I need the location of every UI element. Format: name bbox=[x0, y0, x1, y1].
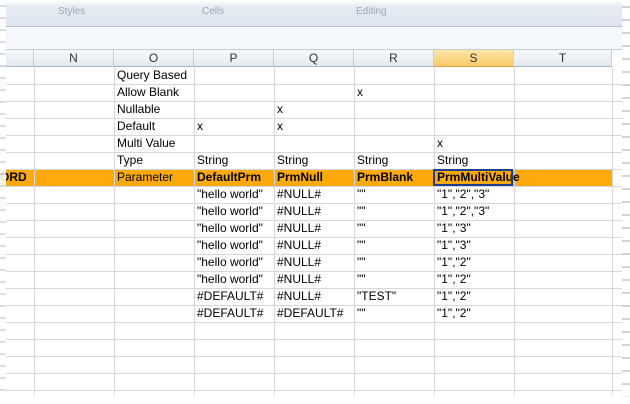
cell-r-12[interactable]: "" bbox=[357, 254, 366, 271]
cell-s-8[interactable]: "1","2","3" bbox=[437, 186, 489, 203]
cell-p-7[interactable]: DefaultPrm bbox=[197, 169, 261, 186]
cell-p-4[interactable]: x bbox=[197, 118, 203, 135]
cell-q-10[interactable]: #NULL# bbox=[277, 220, 321, 237]
cell-r-9[interactable]: "" bbox=[357, 203, 366, 220]
cell-s-11[interactable]: "1","3" bbox=[437, 237, 471, 254]
cell-o-6[interactable]: Type bbox=[117, 152, 143, 169]
column-header-s[interactable]: S bbox=[434, 50, 514, 67]
cell-r-11[interactable]: "" bbox=[357, 237, 366, 254]
cell-p-12[interactable]: "hello world" bbox=[197, 254, 263, 271]
torn-edge-bottom bbox=[0, 390, 630, 404]
gridline-horizontal bbox=[0, 152, 630, 153]
cell-s-13[interactable]: "1","2" bbox=[437, 271, 471, 288]
column-header-r[interactable]: R bbox=[354, 50, 434, 67]
gridline-horizontal bbox=[0, 356, 630, 357]
gridline-horizontal bbox=[0, 373, 630, 374]
cell-r-13[interactable]: "" bbox=[357, 271, 366, 288]
column-header-n[interactable]: N bbox=[34, 50, 114, 67]
gridline-horizontal bbox=[0, 101, 630, 102]
cell-q-4[interactable]: x bbox=[277, 118, 283, 135]
gridline-horizontal bbox=[0, 135, 630, 136]
cell-o-3[interactable]: Nullable bbox=[117, 101, 160, 118]
gridline-horizontal bbox=[0, 118, 630, 119]
cell-r-2[interactable]: x bbox=[357, 84, 363, 101]
gridline-horizontal bbox=[0, 322, 630, 323]
cell-p-14[interactable]: #DEFAULT# bbox=[197, 288, 263, 305]
cell-o-7[interactable]: Parameter bbox=[117, 169, 173, 186]
active-cell-selection bbox=[433, 169, 513, 186]
cell-p-13[interactable]: "hello world" bbox=[197, 271, 263, 288]
cell-p-8[interactable]: "hello world" bbox=[197, 186, 263, 203]
torn-edge-left bbox=[0, 0, 6, 404]
cell-q-8[interactable]: #NULL# bbox=[277, 186, 321, 203]
torn-edge-top bbox=[0, 0, 630, 6]
cell-o-4[interactable]: Default bbox=[117, 118, 155, 135]
cell-s-6[interactable]: String bbox=[437, 152, 468, 169]
cell-s-10[interactable]: "1","3" bbox=[437, 220, 471, 237]
cell-s-5[interactable]: x bbox=[437, 135, 443, 152]
cell-r-10[interactable]: "" bbox=[357, 220, 366, 237]
cell-o-5[interactable]: Multi Value bbox=[117, 135, 175, 152]
cell-p-11[interactable]: "hello world" bbox=[197, 237, 263, 254]
gridline-horizontal bbox=[0, 84, 630, 85]
cell-o-1[interactable]: Query Based bbox=[117, 67, 187, 84]
cell-q-14[interactable]: #NULL# bbox=[277, 288, 321, 305]
cell-q-15[interactable]: #DEFAULT# bbox=[277, 305, 343, 322]
cell-q-13[interactable]: #NULL# bbox=[277, 271, 321, 288]
cell-p-6[interactable]: String bbox=[197, 152, 228, 169]
column-header-p[interactable]: P bbox=[194, 50, 274, 67]
column-header-q[interactable]: Q bbox=[274, 50, 354, 67]
ribbon-group-editing[interactable]: Editing bbox=[356, 6, 387, 17]
cell-o-2[interactable]: Allow Blank bbox=[117, 84, 179, 101]
cell-s-14[interactable]: "1","2" bbox=[437, 288, 471, 305]
column-header-t[interactable]: T bbox=[514, 50, 612, 67]
gridline-horizontal bbox=[0, 339, 630, 340]
cell-q-3[interactable]: x bbox=[277, 101, 283, 118]
cell-r-15[interactable]: "" bbox=[357, 305, 366, 322]
cell-q-6[interactable]: String bbox=[277, 152, 308, 169]
cell-r-8[interactable]: "" bbox=[357, 186, 366, 203]
cell-q-9[interactable]: #NULL# bbox=[277, 203, 321, 220]
ribbon-group-cells[interactable]: Cells bbox=[202, 6, 224, 17]
cell-p-10[interactable]: "hello world" bbox=[197, 220, 263, 237]
torn-edge-right bbox=[622, 0, 630, 404]
cell-r-7[interactable]: PrmBlank bbox=[357, 169, 413, 186]
formula-bar[interactable] bbox=[0, 27, 630, 50]
cell-grid[interactable]: Query Based Allow Blank x Nullable x Default x… bbox=[0, 67, 630, 404]
cell-q-7[interactable]: PrmNull bbox=[277, 169, 323, 186]
cell-r-6[interactable]: String bbox=[357, 152, 388, 169]
cell-s-12[interactable]: "1","2" bbox=[437, 254, 471, 271]
ribbon-group-styles[interactable]: Styles bbox=[58, 6, 85, 17]
cell-q-11[interactable]: #NULL# bbox=[277, 237, 321, 254]
cell-s-9[interactable]: "1","2","3" bbox=[437, 203, 489, 220]
spreadsheet: Styles Cells Editing NOPQRST Query Based… bbox=[0, 0, 630, 404]
cell-p-15[interactable]: #DEFAULT# bbox=[197, 305, 263, 322]
cell-p-9[interactable]: "hello world" bbox=[197, 203, 263, 220]
cell-r-14[interactable]: "TEST" bbox=[357, 288, 396, 305]
cell-s-15[interactable]: "1","2" bbox=[437, 305, 471, 322]
column-header-o[interactable]: O bbox=[114, 50, 194, 67]
cell-q-12[interactable]: #NULL# bbox=[277, 254, 321, 271]
